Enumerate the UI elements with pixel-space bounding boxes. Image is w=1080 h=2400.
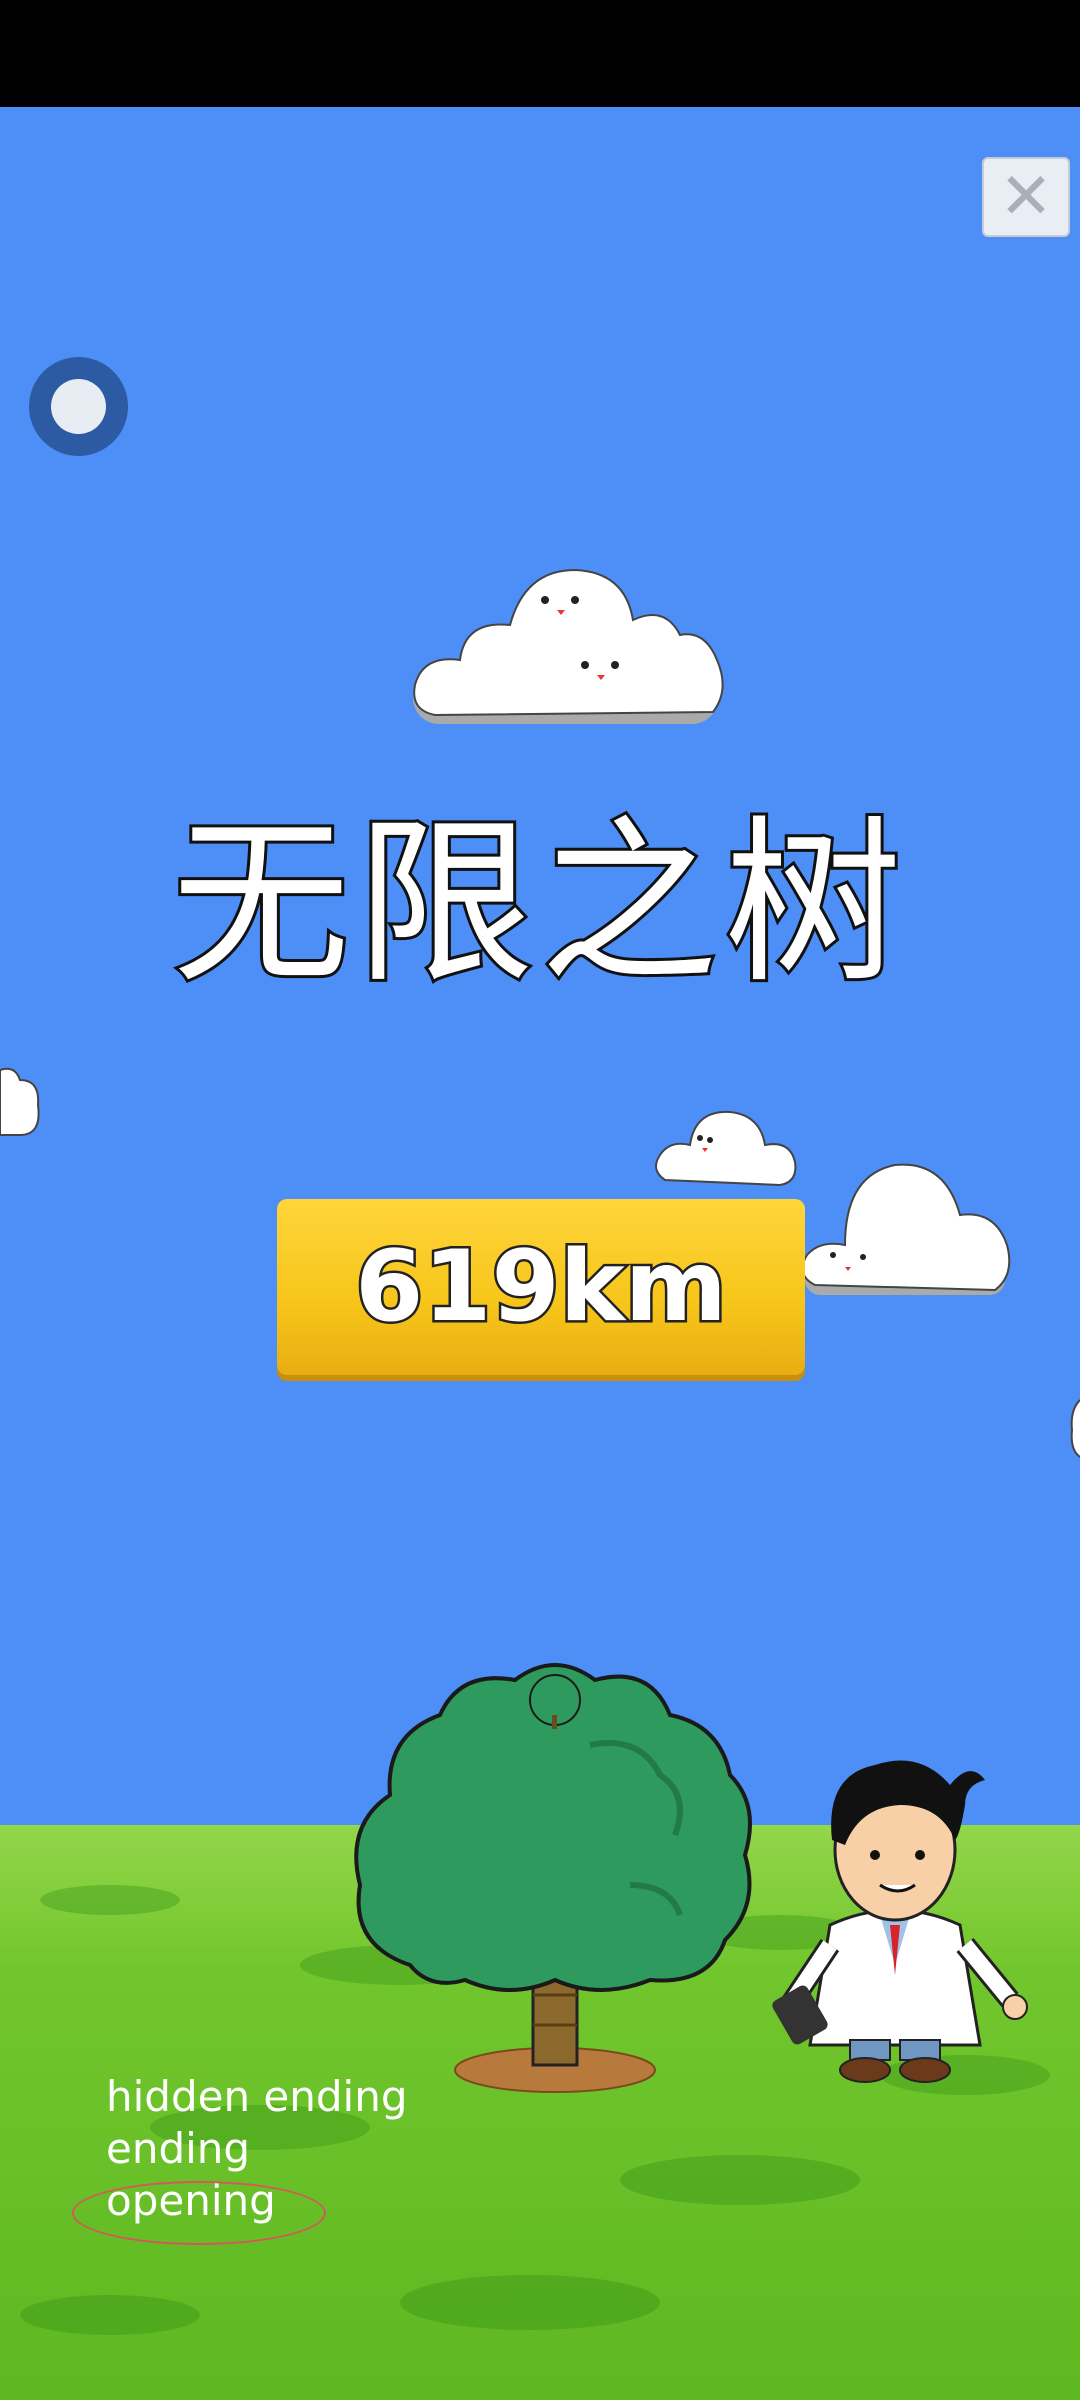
menu-item-hidden-ending[interactable]: hidden ending [106,2071,408,2123]
scientist-character[interactable] [770,1745,1040,2095]
cloud-with-faces [413,568,724,724]
menu-item-ending[interactable]: ending [106,2123,408,2175]
ending-menu: hidden ending ending opening [106,2071,408,2227]
close-icon: ✕ [999,160,1053,234]
cloud-edge-right [1070,1399,1080,1458]
tree[interactable] [350,1655,760,2105]
toggle-icon [51,379,106,434]
close-button[interactable]: ✕ [982,157,1070,237]
distance-display[interactable]: 619km [277,1199,805,1375]
small-cloud-with-faces [655,1110,797,1187]
distance-value: 619km [353,1228,730,1347]
cloud-edge-left [0,1067,40,1136]
cloud-with-face [801,1163,1011,1295]
menu-item-opening[interactable]: opening [106,2175,408,2227]
toggle-button[interactable] [29,357,128,456]
game-title: 无限之树 [169,800,908,1007]
status-bar [0,0,1080,107]
